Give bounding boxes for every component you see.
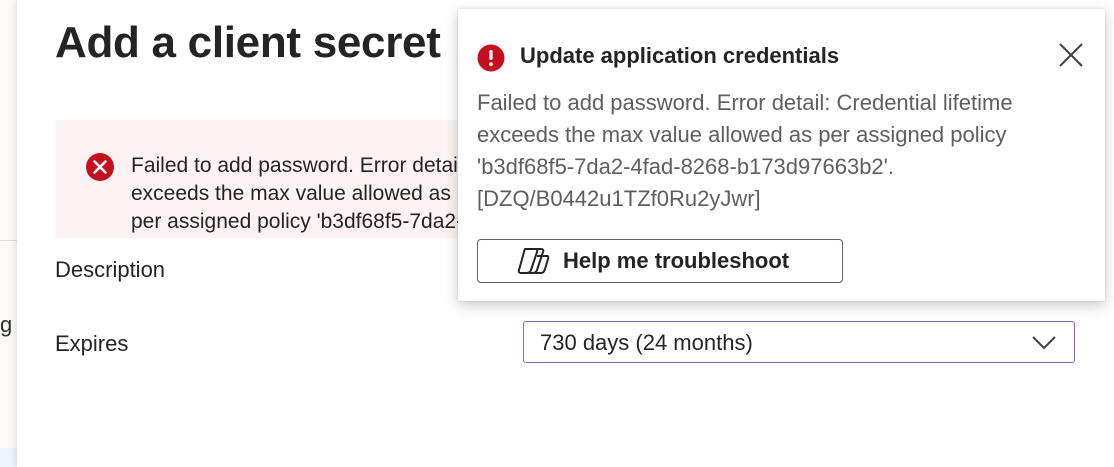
- help-me-troubleshoot-button[interactable]: Help me troubleshoot: [477, 239, 843, 283]
- error-message-bar: Failed to add password. Error detail: Cr…: [55, 120, 475, 238]
- error-notification-toast: Update application credentials Failed to…: [458, 9, 1105, 301]
- background-text-fragment: g: [0, 312, 13, 337]
- notification-title: Update application credentials: [520, 43, 840, 68]
- copilot-icon: [517, 248, 550, 274]
- background-divider: [0, 240, 17, 241]
- notification-message: Failed to add password. Error detail: Cr…: [477, 90, 1013, 211]
- page-title: Add a client secret: [55, 18, 441, 67]
- error-circle-icon: [86, 153, 114, 181]
- expires-label: Expires: [55, 331, 129, 356]
- expires-dropdown[interactable]: 730 days (24 months): [523, 321, 1075, 363]
- help-me-troubleshoot-label: Help me troubleshoot: [563, 248, 790, 273]
- error-message-text: Failed to add password. Error detail: Cr…: [131, 154, 475, 233]
- description-label: Description: [55, 257, 166, 282]
- error-icon: [477, 44, 505, 72]
- close-icon[interactable]: [1056, 40, 1086, 70]
- chevron-down-icon: [1032, 336, 1056, 350]
- background-selected-item: [0, 448, 17, 467]
- expires-selected-value: 730 days (24 months): [540, 330, 753, 355]
- background-blade: [0, 0, 17, 467]
